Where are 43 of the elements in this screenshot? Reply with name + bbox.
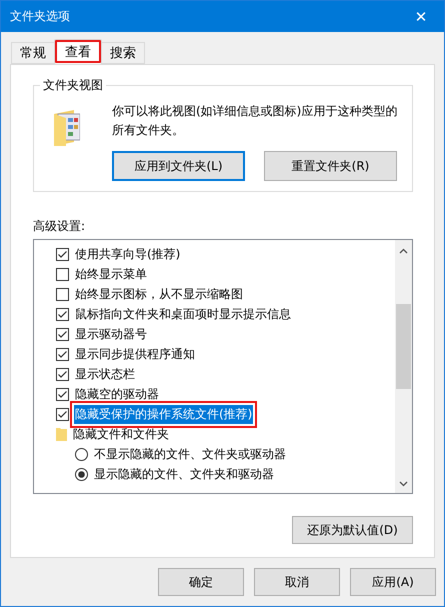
- setting-label[interactable]: 始终显示图标，从不显示缩略图: [74, 284, 244, 304]
- checked-checkbox-icon[interactable]: [56, 248, 69, 260]
- setting-label[interactable]: 鼠标指向文件夹和桌面项时显示提示信息: [74, 304, 292, 324]
- window-title: 文件夹选项: [10, 8, 70, 25]
- scroll-thumb[interactable]: [396, 304, 411, 389]
- tab[interactable]: 搜索: [101, 42, 145, 64]
- checked-checkbox-icon[interactable]: [56, 408, 69, 420]
- checked-checkbox-icon[interactable]: [56, 388, 69, 400]
- dialog-button[interactable]: 确定: [158, 568, 244, 596]
- setting-label[interactable]: 使用共享向导(推荐): [74, 244, 182, 264]
- setting-label[interactable]: 显示同步提供程序通知: [74, 344, 196, 364]
- setting-label[interactable]: 始终显示菜单: [74, 264, 148, 284]
- setting-label[interactable]: 隐藏文件和文件夹: [72, 424, 170, 444]
- checked-checkbox-icon[interactable]: [56, 348, 69, 360]
- scroll-up-icon[interactable]: [399, 248, 408, 254]
- description-text: 你可以将此视图(如详细信息或图标)应用于这种类型的所有文件夹。: [112, 103, 398, 139]
- tab[interactable]: 查看: [54, 39, 102, 64]
- checked-checkbox-icon[interactable]: [56, 308, 69, 320]
- setting-label[interactable]: 显示状态栏: [74, 364, 136, 384]
- scroll-down-icon[interactable]: [399, 481, 408, 487]
- setting-label[interactable]: 不显示隐藏的文件、文件夹或驱动器: [93, 444, 287, 464]
- scrollbar[interactable]: [395, 240, 412, 493]
- setting-label[interactable]: 显示驱动器号: [74, 324, 148, 344]
- dialog-button[interactable]: 取消: [254, 568, 340, 596]
- folder-icon: [56, 427, 67, 441]
- close-button[interactable]: ✕: [398, 8, 444, 26]
- group-title: 文件夹视图: [40, 77, 106, 94]
- checked-checkbox-icon[interactable]: [56, 368, 69, 380]
- setting-label[interactable]: 隐藏空的驱动器: [74, 384, 160, 404]
- folder-icon: [54, 110, 80, 146]
- radio-icon[interactable]: [75, 448, 88, 460]
- restore-defaults-button[interactable]: 还原为默认值(D): [292, 516, 413, 544]
- folder-view-button[interactable]: 应用到文件夹(L): [112, 151, 245, 181]
- folder-view-button[interactable]: 重置文件夹(R): [264, 151, 397, 181]
- checkbox-icon[interactable]: [56, 268, 69, 280]
- dialog-button[interactable]: 应用(A): [350, 568, 436, 596]
- setting-label[interactable]: 隐藏受保护的操作系统文件(推荐): [74, 404, 254, 424]
- setting-label[interactable]: 显示隐藏的文件、文件夹和驱动器: [93, 464, 275, 484]
- checked-checkbox-icon[interactable]: [56, 328, 69, 340]
- section-label: 高级设置:: [33, 218, 86, 235]
- tab[interactable]: 常规: [11, 42, 55, 64]
- selected-radio-icon[interactable]: [75, 468, 88, 480]
- checkbox-icon[interactable]: [56, 288, 69, 300]
